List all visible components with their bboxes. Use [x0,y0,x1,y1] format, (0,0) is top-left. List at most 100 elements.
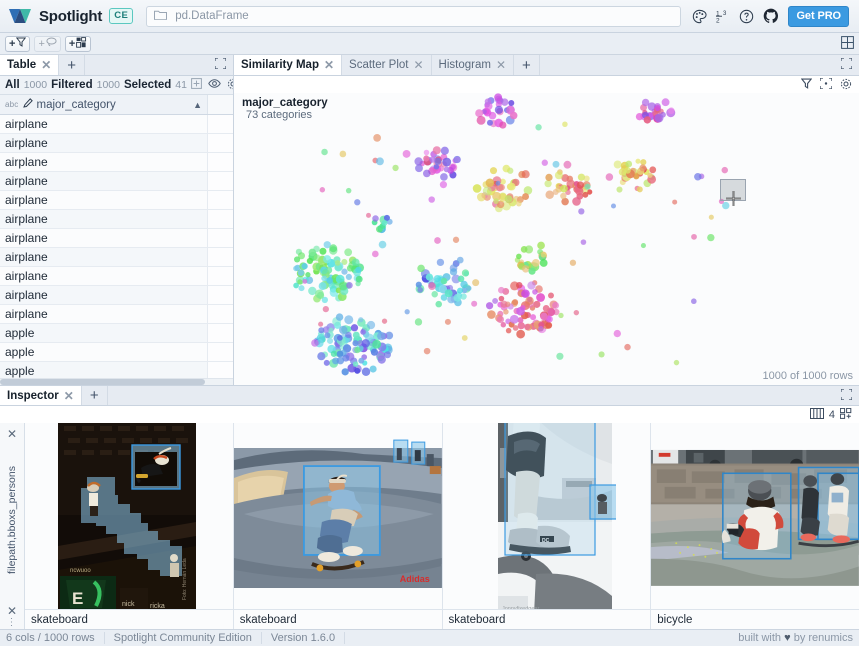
inspector-caption: skateboard [25,609,233,629]
stats-filtered-count: 1000 [97,79,120,91]
column-header-major-category[interactable]: abc major_category ▲ [0,95,208,114]
grid-icon[interactable] [841,36,854,52]
close-icon[interactable]: ✕ [7,423,17,441]
map-tabbar: Similarity Map ✕ Scatter Plot ✕ Histogra… [234,55,859,76]
tab-similarity-map[interactable]: Similarity Map ✕ [234,55,342,75]
more-vertical-icon[interactable]: ⋮ [7,619,18,626]
inspector-caption: skateboard [234,609,442,629]
inspector-panel: Inspector ✕ + 4 [0,385,859,629]
close-icon[interactable]: ✕ [7,600,17,618]
fullscreen-icon[interactable] [820,78,832,92]
image-viewer[interactable]: DC [443,423,651,609]
table-tabbar: Table ✕ + [0,55,233,76]
grid-layout-icon[interactable] [840,408,852,422]
cell-major-category: airplane [0,267,208,285]
funnel-icon[interactable] [801,78,812,92]
table-row[interactable]: airplane [0,153,233,172]
workspace: Table ✕ + All 1000 Filtered 1000 [0,55,859,629]
add-lens-button[interactable]: + [34,36,60,52]
horizontal-scrollbar[interactable] [0,378,233,385]
tab-table[interactable]: Table ✕ [0,55,59,75]
edition-badge: CE [109,8,133,24]
add-tab-button[interactable]: + [82,386,108,405]
svg-text:nick: nick [122,601,135,608]
close-icon[interactable]: ✕ [324,59,334,71]
gear-icon[interactable] [840,78,852,93]
table-row[interactable]: apple [0,324,233,343]
tab-histogram[interactable]: Histogram ✕ [432,55,514,75]
table-stats: All 1000 Filtered 1000 Selected 41 [0,76,233,95]
close-icon[interactable]: ✕ [496,59,506,71]
expand-icon[interactable] [215,58,226,72]
help-circle-icon[interactable] [739,9,754,24]
add-tab-button[interactable]: + [514,55,540,75]
image-skatepark-crowd [651,423,859,609]
cell-major-category: airplane [0,134,208,152]
table-row[interactable]: airplane [0,229,233,248]
cell-major-category: airplane [0,210,208,228]
image-indoor-skatepark-night: E nick ricka ncwuoo [58,423,199,609]
gear-icon[interactable] [227,78,234,93]
expand-icon[interactable] [841,58,852,72]
spotlight-app: Spotlight CE pd.DataFrame 123 Get PRO [0,0,859,646]
palette-icon[interactable] [692,9,707,24]
datasource-field[interactable]: pd.DataFrame [146,6,681,27]
tab-inspector[interactable]: Inspector ✕ [0,386,82,405]
cell-major-category: airplane [0,153,208,171]
close-icon[interactable]: ✕ [413,59,423,71]
lasso-icon [46,37,57,50]
svg-text:3: 3 [723,11,727,17]
table-row[interactable]: airplane [0,191,233,210]
tab-scatter-plot[interactable]: Scatter Plot ✕ [342,55,432,75]
close-icon[interactable]: ✕ [41,59,51,71]
image-bw-skater-feet: DC [476,423,616,609]
table-column-header: abc major_category ▲ [0,95,233,115]
add-tab-button[interactable]: + [59,55,85,75]
cell-major-category: airplane [0,305,208,323]
inspector-cell[interactable]: DC [443,423,652,629]
expand-icon[interactable] [841,389,852,403]
number-format-icon[interactable]: 123 [716,9,730,23]
inspector-cell[interactable]: E nick ricka ncwuoo [25,423,234,629]
inspector-cells: E nick ricka ncwuoo [25,423,859,629]
titlebar-actions: 123 Get PRO [692,6,851,27]
svg-text:ncwuoo: ncwuoo [70,568,91,574]
column-name: major_category [37,99,190,111]
table-row[interactable]: airplane [0,286,233,305]
inspector-cell[interactable]: bicycle [651,423,859,629]
columns-icon[interactable] [810,408,824,422]
close-icon[interactable]: ✕ [64,390,74,402]
pencil-icon[interactable] [23,98,33,111]
table-row[interactable]: airplane [0,248,233,267]
table-row[interactable]: airplane [0,134,233,153]
credit-suffix: by renumics [794,632,853,644]
table-row[interactable]: airplane [0,267,233,286]
columns-count: 4 [829,409,835,421]
image-viewer[interactable]: Adidas [234,423,442,609]
add-filter-button[interactable]: + [5,36,30,52]
similarity-map-canvas[interactable]: major_category 73 categories 1000 of 100… [234,93,859,385]
add-widget-button[interactable]: + [65,36,91,52]
table-row[interactable]: airplane [0,115,233,134]
heart-icon: ♥ [784,632,791,644]
inspector-cell[interactable]: Adidas skateboard [234,423,443,629]
get-pro-button[interactable]: Get PRO [788,6,849,27]
add-column-icon[interactable] [191,78,202,92]
folder-icon [154,9,167,23]
chevron-up-icon[interactable]: ▲ [193,100,202,110]
cell-major-category: airplane [0,229,208,247]
table-row[interactable]: airplane [0,172,233,191]
inspector-row-label: filepath,bboxs_persons [6,441,18,600]
image-viewer[interactable] [651,423,859,609]
image-viewer[interactable]: E nick ricka ncwuoo [25,423,233,609]
eye-icon[interactable] [208,78,221,92]
cell-major-category: apple [0,343,208,361]
spotlight-logo-icon [8,6,32,26]
tab-table-label: Table [7,59,36,71]
cell-major-category: airplane [0,286,208,304]
table-row[interactable]: airplane [0,305,233,324]
table-rows[interactable]: airplane airplane airplane airplane airp… [0,115,233,385]
table-row[interactable]: airplane [0,210,233,229]
github-icon[interactable] [763,8,779,24]
table-row[interactable]: apple [0,343,233,362]
